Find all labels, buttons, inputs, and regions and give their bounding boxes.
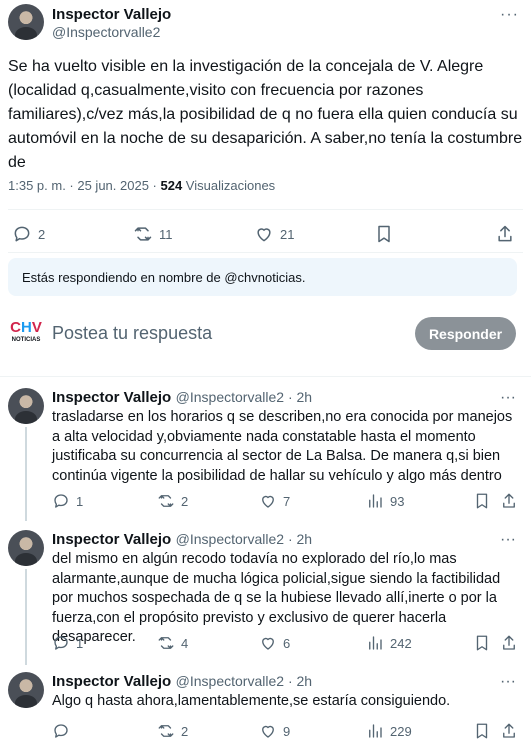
views-count: 229	[390, 723, 412, 739]
share-icon	[503, 493, 515, 508]
retweet-button[interactable]: 2	[157, 492, 188, 510]
share-button[interactable]	[500, 722, 518, 740]
reply-input[interactable]: Postea tu respuesta	[52, 323, 212, 344]
retweet-button[interactable]: 4	[157, 634, 188, 652]
like-count: 9	[283, 723, 291, 739]
share-button[interactable]	[500, 492, 518, 510]
retweet-count: 2	[181, 493, 189, 509]
bookmark-icon	[476, 635, 488, 651]
views-count: 93	[390, 493, 405, 509]
like-button[interactable]: 21	[254, 224, 294, 244]
tweet-time[interactable]: 1:35 p. m. · 25 jun. 2025 ·	[8, 178, 160, 193]
replying-as-text: Estás respondiendo en nombre de @chvnoti…	[22, 269, 306, 285]
reply-header: Inspector Vallejo @Inspectorvalle2 · 2h	[52, 531, 312, 549]
reply-author-handle[interactable]: @Inspectorvalle2 · 2h	[176, 531, 312, 547]
bookmark-button[interactable]	[473, 634, 491, 652]
bookmark-button[interactable]	[374, 224, 394, 244]
reply-button[interactable]: 1	[52, 634, 83, 652]
author-avatar[interactable]	[8, 4, 44, 40]
heart-icon	[262, 637, 274, 650]
more-options-icon[interactable]: ···	[500, 6, 519, 24]
reply-header: Inspector Vallejo @Inspectorvalle2 · 2h	[52, 673, 312, 691]
reply-button[interactable]	[52, 722, 76, 740]
responder-button[interactable]: Responder	[415, 317, 516, 350]
bookmark-button[interactable]	[473, 492, 491, 510]
bookmark-icon	[476, 723, 488, 739]
reply-author-handle[interactable]: @Inspectorvalle2 · 2h	[176, 673, 312, 689]
reply-text: trasladarse en los horarios q se describ…	[52, 409, 513, 484]
retweet-icon	[158, 637, 174, 649]
views-chart-icon	[369, 494, 382, 508]
views-button[interactable]: 229	[366, 722, 412, 740]
share-button[interactable]	[495, 224, 515, 244]
reply-text: del mismo en algún recodo todavía no exp…	[52, 551, 501, 645]
heart-icon	[262, 495, 274, 508]
views-chart-icon	[369, 724, 382, 738]
heart-icon	[257, 228, 271, 242]
views-button[interactable]: 242	[366, 634, 412, 652]
reply-icon	[14, 226, 30, 242]
divider	[0, 376, 531, 377]
replying-as-banner: Estás respondiendo en nombre de @chvnoti…	[8, 258, 517, 296]
reply-icon	[54, 494, 68, 508]
reply-avatar[interactable]	[8, 530, 44, 566]
more-options-icon[interactable]: ···	[500, 531, 516, 549]
tweet-meta: 1:35 p. m. · 25 jun. 2025 · 524 Visualiz…	[8, 178, 275, 193]
reply-author-handle[interactable]: @Inspectorvalle2 · 2h	[176, 389, 312, 405]
views-count: 242	[390, 635, 412, 651]
views-chart-icon	[369, 636, 382, 650]
reply-avatar[interactable]	[8, 672, 44, 708]
reply-icon	[54, 724, 68, 738]
thread-line	[25, 427, 27, 521]
reply-header: Inspector Vallejo @Inspectorvalle2 · 2h	[52, 389, 312, 407]
share-button[interactable]	[500, 634, 518, 652]
reply-button[interactable]: 1	[52, 492, 83, 510]
reply-button[interactable]: 2	[12, 224, 45, 244]
views-button[interactable]: 93	[366, 492, 404, 510]
reply-author-name[interactable]: Inspector Vallejo	[52, 389, 171, 406]
retweet-icon	[134, 227, 152, 241]
reply-author-name[interactable]: Inspector Vallejo	[52, 531, 171, 548]
more-options-icon[interactable]: ···	[500, 673, 516, 691]
author-handle[interactable]: @Inspectorvalle2	[52, 24, 160, 40]
author-name[interactable]: Inspector Vallejo	[52, 6, 171, 23]
reply-count: 1	[76, 493, 84, 509]
like-count: 21	[280, 226, 295, 242]
like-count: 6	[283, 635, 291, 651]
share-icon	[503, 635, 515, 650]
like-count: 7	[283, 493, 291, 509]
divider	[8, 252, 523, 253]
thread-line	[25, 569, 27, 665]
like-button[interactable]: 9	[259, 722, 290, 740]
retweet-count: 4	[181, 635, 189, 651]
logo-subtitle: NOTICIAS	[11, 337, 41, 343]
retweet-icon	[158, 725, 174, 737]
bookmark-icon	[378, 225, 390, 243]
reply-count: 1	[76, 635, 84, 651]
retweet-icon	[158, 495, 174, 507]
retweet-button[interactable]: 2	[157, 722, 188, 740]
more-options-icon[interactable]: ···	[500, 389, 516, 407]
reply-icon	[54, 636, 68, 650]
bookmark-icon	[476, 493, 488, 509]
share-icon	[498, 225, 512, 242]
divider	[8, 209, 523, 210]
reply-author-name[interactable]: Inspector Vallejo	[52, 673, 171, 690]
like-button[interactable]: 6	[259, 634, 290, 652]
like-button[interactable]: 7	[259, 492, 290, 510]
retweet-count: 2	[181, 723, 189, 739]
views-count: 524	[160, 178, 183, 193]
tweet-text: Se ha vuelto visible en la investigación…	[8, 58, 523, 171]
reply-avatar[interactable]	[8, 388, 44, 424]
heart-icon	[262, 725, 274, 738]
retweet-count: 11	[159, 226, 173, 242]
share-icon	[503, 723, 515, 738]
chv-logo-icon: CHV	[10, 319, 42, 336]
account-logo: CHV NOTICIAS	[10, 320, 42, 348]
reply-text: Algo q hasta ahora,lamentablemente,se es…	[52, 693, 451, 709]
reply-count: 2	[38, 226, 46, 242]
views-label: Visualizaciones	[182, 178, 276, 193]
retweet-button[interactable]: 11	[133, 224, 173, 244]
bookmark-button[interactable]	[473, 722, 491, 740]
